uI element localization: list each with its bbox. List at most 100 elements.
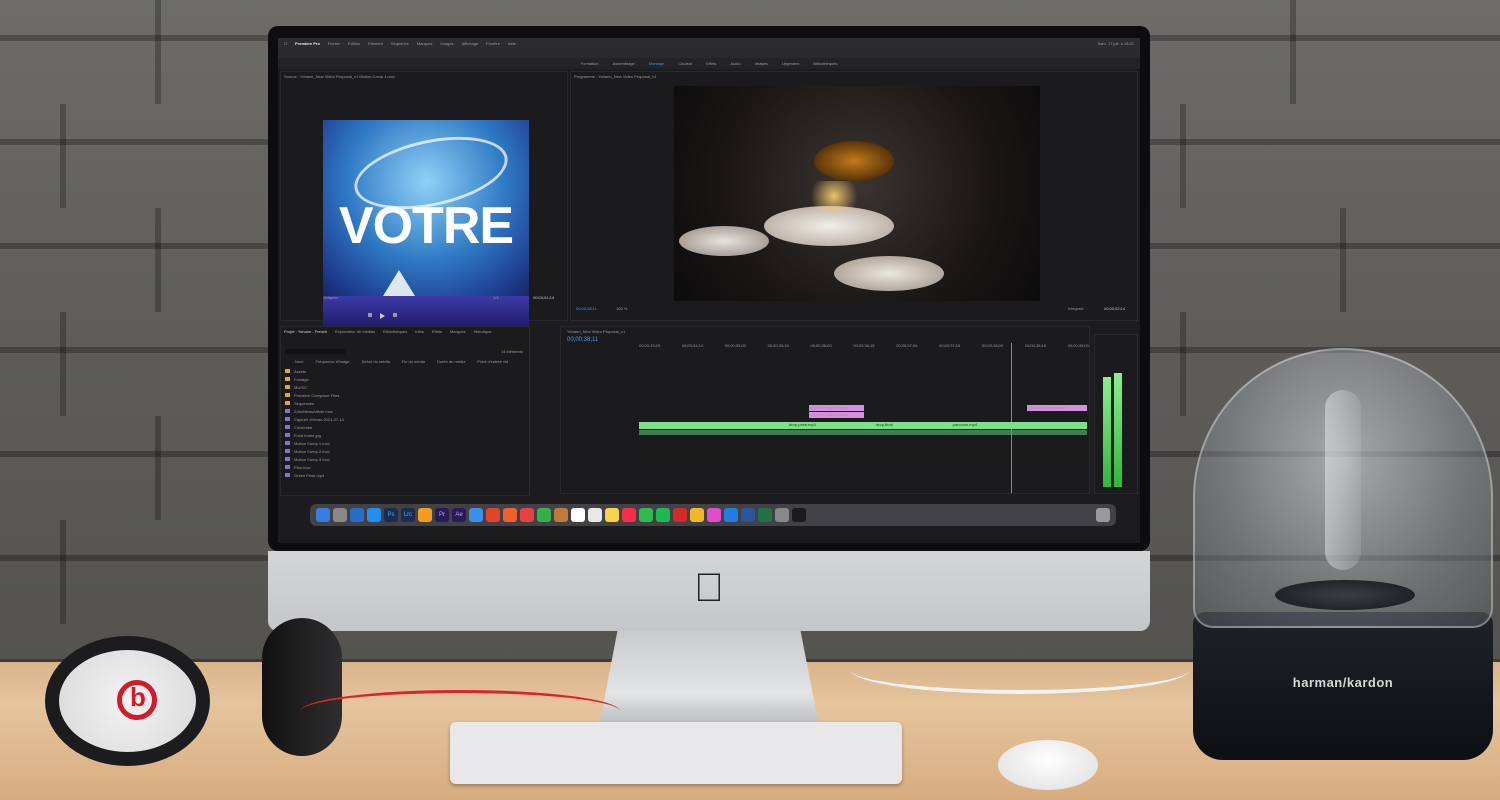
playhead[interactable] <box>1011 343 1012 493</box>
program-tab[interactable]: Programme : Yohann_New Video Proposal_v1 <box>574 74 656 79</box>
list-item[interactable]: Capture d'écran 2021-07-14 <box>285 415 525 423</box>
list-item[interactable]: Plan.mov <box>285 463 525 471</box>
opera-icon[interactable] <box>520 508 534 522</box>
app-store-icon[interactable] <box>367 508 381 522</box>
notes-icon[interactable] <box>605 508 619 522</box>
tab-markers[interactable]: Marques <box>450 329 466 334</box>
workspace-assemblage[interactable]: Assemblage <box>613 61 635 66</box>
col-name[interactable]: Nom <box>295 359 303 364</box>
timeline-timecode[interactable]: 00;00;38;11 <box>567 337 598 343</box>
system-preferences-icon[interactable] <box>775 508 789 522</box>
list-item[interactable]: Motion Comp 3.mov <box>285 455 525 463</box>
list-item[interactable]: Motion Comp 1.mov <box>285 439 525 447</box>
fx-clip[interactable]: Whoosh Noise Impact <box>1027 405 1087 411</box>
col-video-in[interactable]: Point d'entrée vid <box>477 359 508 364</box>
project-tab[interactable]: Projet : Yohann - French <box>284 329 327 334</box>
step-forward-icon[interactable] <box>393 313 397 317</box>
app-icon[interactable] <box>690 508 704 522</box>
menu-affichage[interactable]: Affichage <box>462 41 479 46</box>
workspace-legendes[interactable]: Légendes <box>782 61 800 66</box>
source-ratio[interactable]: 1/4 <box>493 295 499 300</box>
list-item[interactable]: Motion Comp 2.mov <box>285 447 525 455</box>
list-item[interactable]: Sequences <box>285 399 525 407</box>
finder-icon[interactable] <box>316 508 330 522</box>
after-effects-icon[interactable]: Ae <box>452 508 466 522</box>
list-item[interactable]: Fond forme.jpg <box>285 431 525 439</box>
workspace-couleur[interactable]: Couleur <box>678 61 692 66</box>
terminal-icon[interactable] <box>792 508 806 522</box>
program-timecode-in[interactable]: 00;00;38;11 <box>576 306 597 311</box>
step-back-icon[interactable] <box>368 313 372 317</box>
workspace-effets[interactable]: Effets <box>706 61 716 66</box>
fx-clip[interactable]: Whoosh Noise Impact <box>809 405 864 411</box>
whatsapp-icon[interactable] <box>639 508 653 522</box>
list-item[interactable]: Footage <box>285 375 525 383</box>
tab-media-browser[interactable]: Explorateur de médias <box>335 329 375 334</box>
project-search-input[interactable] <box>285 349 345 354</box>
photoshop-icon[interactable]: Ps <box>384 508 398 522</box>
firefox-icon[interactable] <box>503 508 517 522</box>
play-icon[interactable] <box>380 313 385 319</box>
timeline-panel: Yohann_New Video Proposal_v1 00;00;38;11… <box>560 326 1090 494</box>
menu-marques[interactable]: Marques <box>417 41 433 46</box>
workspace-images[interactable]: Images <box>755 61 768 66</box>
menu-sequence[interactable]: Séquence <box>391 41 409 46</box>
menu-aide[interactable]: Aide <box>508 41 516 46</box>
list-item[interactable]: Green Prise.mp4 <box>285 471 525 479</box>
timeline-tab[interactable]: Yohann_New Video Proposal_v1 <box>567 329 625 334</box>
source-tab[interactable]: Source : Yohann_New Video Proposal_v1 Mo… <box>284 74 395 79</box>
list-item[interactable]: Assets <box>285 367 525 375</box>
workspace-audio[interactable]: Audio <box>730 61 740 66</box>
excel-icon[interactable] <box>758 508 772 522</box>
app-menu[interactable]: Premiere Pro <box>295 41 320 46</box>
word-icon[interactable] <box>741 508 755 522</box>
tab-libraries[interactable]: Bibliothèques <box>383 329 407 334</box>
col-media-start[interactable]: Début du média <box>362 359 390 364</box>
app-icon[interactable] <box>707 508 721 522</box>
ruler-tick-label: 00;00;34;14 <box>681 343 704 348</box>
music-icon[interactable] <box>622 508 636 522</box>
tab-info[interactable]: Infos <box>415 329 424 334</box>
apple-menu-icon[interactable]:  <box>284 41 287 46</box>
fx-clip[interactable]: Whoosh Noise Impact <box>809 412 864 418</box>
menubar-clock[interactable]: Sam. 17 juil. à 18:21 <box>1098 41 1140 46</box>
workspace-montage[interactable]: Montage <box>649 61 665 66</box>
menu-fichier[interactable]: Fichier <box>328 41 340 46</box>
mail-icon[interactable] <box>350 508 364 522</box>
menu-images[interactable]: Images <box>440 41 453 46</box>
lightroom-icon[interactable]: Lrc <box>401 508 415 522</box>
program-zoom[interactable]: 100 % <box>616 306 627 311</box>
workspace-bibliotheques[interactable]: Bibliothèques <box>813 61 837 66</box>
photos-icon[interactable] <box>418 508 432 522</box>
menu-element[interactable]: Elément <box>368 41 383 46</box>
calendar-icon[interactable] <box>571 508 585 522</box>
ruler-tick-label: 00;00;36;00 <box>810 343 832 348</box>
col-media-end[interactable]: Fin du média <box>402 359 425 364</box>
tab-effects[interactable]: Effets <box>432 329 442 334</box>
contacts-icon[interactable] <box>554 508 568 522</box>
col-framerate[interactable]: Fréquence d'image <box>315 359 349 364</box>
premiere-icon[interactable]: Pr <box>435 508 449 522</box>
clip-label: drop-prise.mp4 <box>789 422 816 427</box>
spotify-icon[interactable] <box>656 508 670 522</box>
list-item[interactable]: ZohoNewsArticle.mov <box>285 407 525 415</box>
audio-track-clip[interactable]: drop-prise.mp4 drop-final parcours.mp4 <box>639 422 1087 429</box>
col-media-duration[interactable]: Durée du média <box>437 359 465 364</box>
messages-icon[interactable] <box>537 508 551 522</box>
list-item[interactable]: Colorimetr <box>285 423 525 431</box>
list-item[interactable]: Premiere Composer Files <box>285 391 525 399</box>
trash-icon[interactable] <box>1096 508 1110 522</box>
vscode-icon[interactable] <box>724 508 738 522</box>
tab-history[interactable]: Historique <box>474 329 492 334</box>
program-quality[interactable]: Intégrale <box>1068 306 1084 311</box>
reminders-icon[interactable] <box>588 508 602 522</box>
list-item[interactable]: MUSIC <box>285 383 525 391</box>
menu-edition[interactable]: Edition <box>348 41 360 46</box>
workspace-formation[interactable]: Formation <box>581 61 599 66</box>
safari-icon[interactable] <box>469 508 483 522</box>
launchpad-icon[interactable] <box>333 508 347 522</box>
source-fit[interactable]: Adapter <box>324 295 338 300</box>
chrome-icon[interactable] <box>486 508 500 522</box>
menu-fenetre[interactable]: Fenêtre <box>486 41 500 46</box>
acrobat-icon[interactable] <box>673 508 687 522</box>
